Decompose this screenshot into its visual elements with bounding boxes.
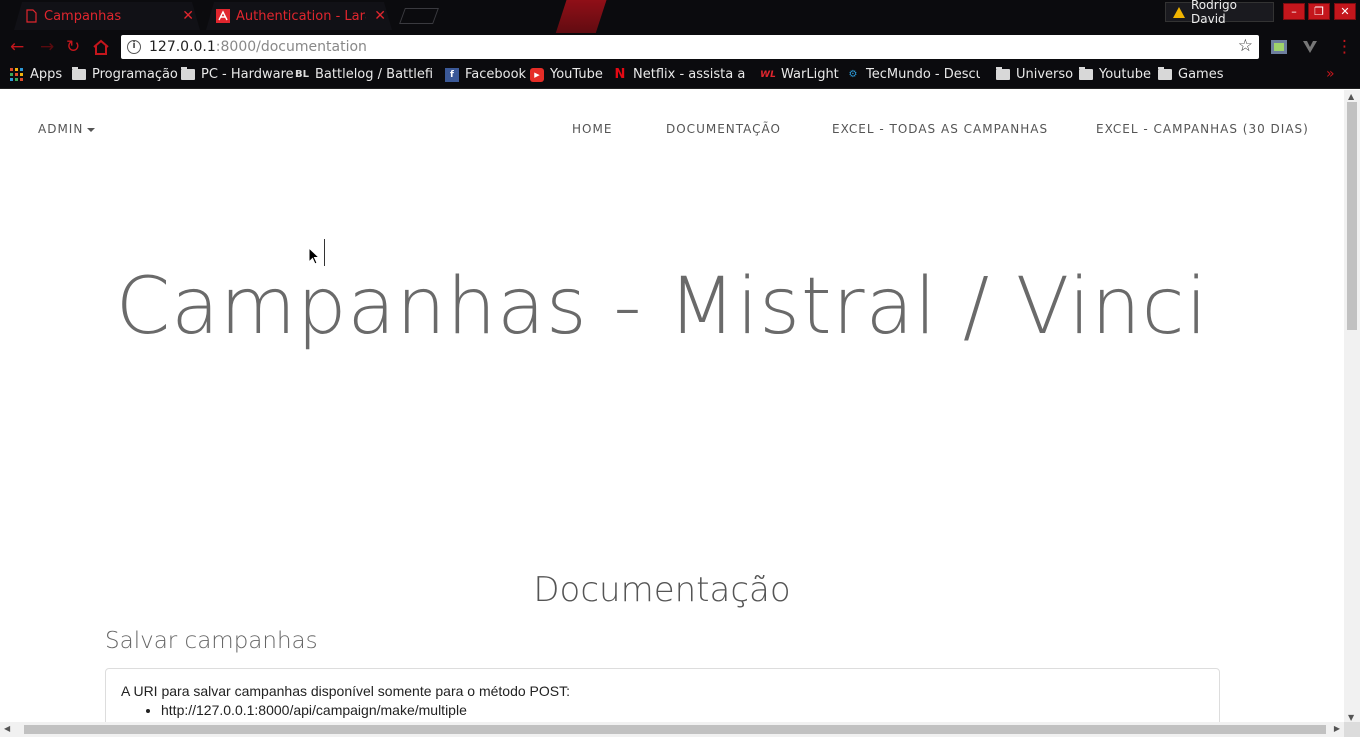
warning-icon — [1173, 6, 1185, 18]
theme-glow — [550, 0, 610, 33]
back-icon[interactable]: ← — [10, 38, 24, 56]
apps-grid-icon — [10, 67, 23, 81]
mouse-cursor-icon — [308, 247, 320, 265]
menu-dots-icon[interactable]: ⋮ — [1336, 38, 1353, 56]
tecmundo-icon: ⚙ — [848, 69, 858, 80]
bookmark-label: PC - Hardware — [201, 67, 294, 82]
minimize-button[interactable]: – — [1283, 3, 1305, 20]
nav-documentacao[interactable]: DOCUMENTAÇÃO — [666, 122, 781, 136]
scroll-thumb[interactable] — [24, 725, 1326, 734]
horizontal-scrollbar[interactable]: ◀ ▶ — [0, 722, 1344, 737]
tab-strip: Campanhas ✕ Authentication - Laravel ✕ R… — [0, 0, 1360, 33]
site-navbar: ADMIN HOME DOCUMENTAÇÃO EXCEL - TODAS AS… — [0, 90, 1344, 168]
bookmark-label: WarLight — [781, 67, 839, 82]
folder-icon — [1158, 67, 1172, 80]
uri-list: http://127.0.0.1:8000/api/campaign/make/… — [161, 702, 1204, 718]
close-icon[interactable]: ✕ — [374, 8, 386, 24]
bookmarks-bar: Apps Programação PC - Hardware BL Battle… — [0, 61, 1360, 89]
hero-title: Campanhas - Mistral / Vinci — [115, 262, 1209, 352]
vimium-extension-icon[interactable] — [1301, 39, 1319, 55]
site-info-icon[interactable]: i — [127, 40, 141, 54]
bookmark-label: Programação — [92, 67, 178, 82]
extension-icon[interactable] — [1270, 39, 1288, 55]
bookmark-label: Apps — [30, 67, 63, 82]
admin-dropdown[interactable]: ADMIN — [38, 122, 96, 136]
bookmark-folder-pc-hardware[interactable]: PC - Hardware — [181, 67, 294, 82]
folder-icon — [996, 67, 1010, 80]
bookmark-folder-games[interactable]: Games — [1158, 67, 1223, 82]
vertical-scrollbar[interactable]: ▲ ▼ — [1344, 90, 1360, 722]
more-bookmarks-icon[interactable]: » — [1326, 66, 1335, 82]
bookmark-facebook[interactable]: f Facebook — [445, 67, 526, 82]
section-title: Salvar campanhas — [105, 628, 318, 654]
profile-button[interactable]: Rodrigo David — [1165, 0, 1274, 26]
panel-text: A URI para salvar campanhas disponível s… — [121, 683, 571, 699]
scroll-right-icon[interactable]: ▶ — [1334, 724, 1340, 733]
list-item: http://127.0.0.1:8000/api/campaign/make/… — [161, 702, 1204, 718]
scroll-thumb[interactable] — [1347, 102, 1357, 330]
tab-campanhas[interactable]: Campanhas ✕ — [14, 2, 200, 30]
admin-label: ADMIN — [38, 122, 84, 136]
nav-excel-todas[interactable]: EXCEL - TODAS AS CAMPANHAS — [832, 122, 1048, 136]
scroll-corner — [1344, 722, 1360, 737]
reload-icon[interactable]: ↻ — [66, 38, 80, 56]
documentation-title: Documentação — [533, 570, 791, 610]
bookmark-label: Universo — [1016, 67, 1074, 82]
doc-panel: A URI para salvar campanhas disponível s… — [105, 668, 1220, 722]
folder-icon — [1079, 67, 1093, 80]
url-text: 127.0.0.1:8000/documentation — [149, 39, 367, 55]
scroll-down-icon[interactable]: ▼ — [1348, 713, 1354, 722]
restore-button[interactable]: ❐ — [1308, 3, 1330, 20]
bookmark-label: Netflix - assista a séries — [633, 67, 748, 82]
tab-authentication[interactable]: Authentication - Laravel ✕ — [206, 2, 392, 30]
address-bar[interactable]: i 127.0.0.1:8000/documentation ☆ — [121, 35, 1259, 59]
bookmark-netflix[interactable]: N Netflix - assista a séries — [613, 67, 748, 82]
scroll-left-icon[interactable]: ◀ — [4, 724, 10, 733]
bookmark-label: Facebook — [465, 67, 527, 82]
folder-icon — [181, 67, 195, 80]
bookmark-battlelog[interactable]: BL Battlelog / Battlefield — [295, 67, 433, 82]
caret-down-icon — [87, 127, 96, 132]
bookmark-folder-universo[interactable]: Universo — [996, 67, 1073, 82]
close-icon[interactable]: ✕ — [182, 8, 194, 24]
bookmark-warlight[interactable]: WL WarLight — [761, 67, 839, 82]
bookmark-label: Youtube — [1099, 67, 1151, 82]
facebook-icon: f — [445, 67, 459, 82]
bookmark-label: Battlelog / Battlefield — [315, 67, 433, 82]
tab-title: Authentication - Laravel — [236, 8, 365, 24]
forward-icon[interactable]: → — [40, 38, 54, 56]
folder-icon — [72, 67, 86, 80]
text-caret — [324, 239, 325, 266]
bookmark-apps[interactable]: Apps — [10, 67, 62, 82]
battlelog-icon: BL — [295, 69, 309, 80]
home-icon[interactable] — [92, 39, 110, 55]
bookmark-folder-youtube[interactable]: Youtube — [1079, 67, 1151, 82]
window-close-button[interactable]: ✕ — [1334, 3, 1356, 20]
browser-toolbar: ← → ↻ i 127.0.0.1:8000/documentation ☆ — [0, 33, 1360, 61]
warlight-icon: WL — [761, 69, 776, 80]
tab-title: Campanhas — [44, 8, 122, 24]
nav-excel-30-dias[interactable]: EXCEL - CAMPANHAS (30 DIAS) — [1096, 122, 1309, 136]
bookmark-label: YouTube — [550, 67, 603, 82]
laravel-icon — [216, 9, 230, 23]
scroll-up-icon[interactable]: ▲ — [1348, 92, 1354, 101]
bookmark-folder-programacao[interactable]: Programação — [72, 67, 178, 82]
new-tab-button[interactable] — [399, 8, 439, 24]
youtube-icon: ▶ — [530, 67, 544, 82]
bookmark-youtube[interactable]: ▶ YouTube — [530, 67, 603, 82]
bookmark-star-icon[interactable]: ☆ — [1238, 36, 1253, 56]
bookmark-label: Games — [1178, 67, 1224, 82]
profile-name: Rodrigo David — [1191, 0, 1237, 26]
bookmark-label: TecMundo - Descubra — [866, 67, 980, 82]
nav-home[interactable]: HOME — [572, 122, 612, 136]
page-icon — [24, 9, 38, 23]
bookmark-tecmundo[interactable]: ⚙ TecMundo - Descubra — [846, 67, 980, 82]
netflix-icon: N — [614, 67, 626, 82]
web-page: ADMIN HOME DOCUMENTAÇÃO EXCEL - TODAS AS… — [0, 90, 1344, 722]
